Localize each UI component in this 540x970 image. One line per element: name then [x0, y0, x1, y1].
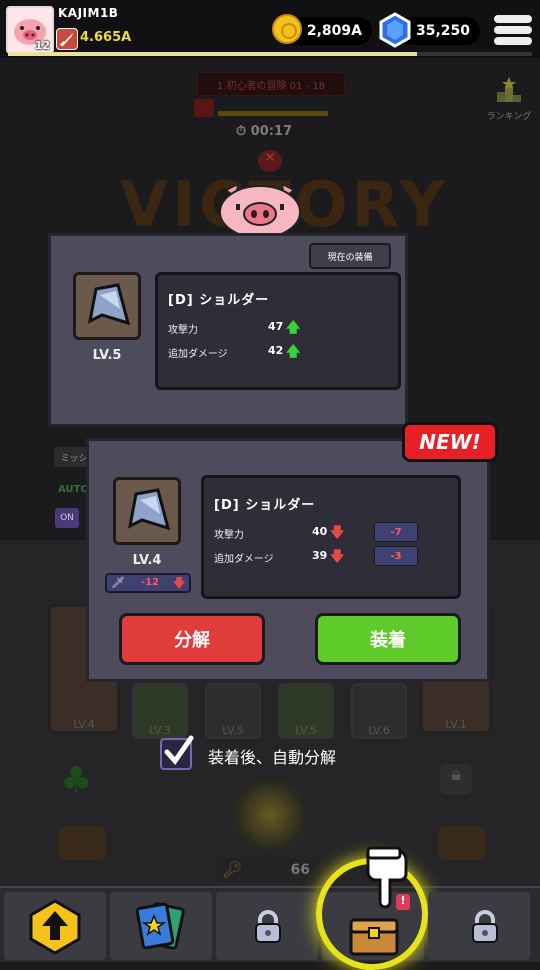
auto-dismantle-label: 装着後、自動分解	[208, 748, 337, 767]
new-item-icon-frame[interactable]	[113, 477, 181, 545]
stat-value: 39	[312, 549, 328, 562]
current-item-name: [D] ショルダー	[168, 293, 270, 308]
sword-icon	[56, 28, 78, 50]
current-item-level: LV.5	[92, 348, 122, 363]
new-equipment-panel: LV.4 🗡︎ -12 🡇 [D] ショルダー 攻撃力 40 🡇 -7 追加ダメ…	[86, 438, 490, 682]
player-name: KAJIM1B	[58, 6, 119, 20]
combat-power: 4.665A	[80, 30, 132, 45]
gem-icon	[378, 12, 412, 52]
auto-dismantle-checkbox[interactable]	[160, 735, 194, 770]
auto-toggle[interactable]: ON	[55, 508, 79, 528]
shoulder-armor-icon	[87, 283, 131, 326]
lock-icon: 🔒︎	[440, 764, 472, 794]
gem-amount: 35,250	[415, 23, 470, 39]
current-item-icon-frame[interactable]	[73, 272, 141, 340]
upgrade-arrow-icon	[29, 899, 81, 955]
shoulder-armor-icon	[127, 488, 171, 531]
new-badge: NEW!	[402, 422, 498, 462]
stat-up-arrow-icon: 🡅	[286, 344, 301, 360]
stat-diff: -7	[374, 522, 418, 542]
current-equipment-badge: 現在の装備	[309, 243, 391, 269]
ranking-label: ランキング	[486, 112, 532, 122]
nav-locked-1[interactable]	[216, 892, 318, 960]
power-delta: 🗡︎ -12 🡇	[105, 573, 191, 593]
key-icon: 🔑︎	[222, 860, 243, 879]
key-counter: 🔑︎ 66	[220, 858, 320, 884]
experience-bar	[8, 52, 532, 56]
ranking-button[interactable]: ランキング	[484, 76, 534, 122]
down-arrow-icon: 🡇	[173, 576, 186, 590]
stat-label: 攻撃力	[168, 325, 198, 336]
forge-anvil	[228, 780, 312, 850]
player-level: 12	[34, 39, 50, 52]
auto-dismantle-option[interactable]: 装着後、自動分解	[158, 734, 398, 774]
checkmark-icon	[164, 735, 194, 766]
stat-diff: -3	[374, 546, 418, 566]
nav-cards[interactable]	[110, 892, 212, 960]
stage-progress	[218, 111, 328, 116]
boss-icon	[194, 99, 214, 117]
nav-upgrade[interactable]	[4, 892, 106, 960]
clover-icon[interactable]: ♣	[60, 760, 92, 801]
stat-label: 追加ダメージ	[168, 349, 228, 360]
chest-icon	[349, 918, 399, 956]
equip-slot[interactable]: LV.5	[205, 683, 261, 739]
dismantle-button[interactable]: 分解	[119, 613, 265, 665]
equip-button[interactable]: 装着	[315, 613, 461, 665]
menu-icon	[494, 15, 532, 23]
lock-icon	[472, 910, 498, 943]
new-item-name: [D] ショルダー	[214, 498, 316, 513]
battle-timer: ⏱ 00:17	[236, 124, 293, 139]
current-item-stats: [D] ショルダー 攻撃力 47 🡅 追加ダメージ 42 🡅	[155, 272, 401, 390]
stage-title: 1.初心者の冒険 01 - 18	[197, 72, 345, 96]
lock-icon	[255, 910, 281, 943]
current-equipment-panel: 現在の装備 LV.5 [D] ショルダー 攻撃力 47 🡅 追加ダメージ 42 …	[48, 233, 408, 427]
stat-down-arrow-icon: 🡇	[330, 549, 345, 565]
stat-label: 攻撃力	[214, 530, 244, 541]
stat-down-arrow-icon: 🡇	[330, 525, 345, 541]
equip-slot[interactable]: LV.3	[132, 683, 188, 739]
stat-value: 42	[268, 344, 284, 357]
new-item-stats: [D] ショルダー 攻撃力 40 🡇 -7 追加ダメージ 39 🡇 -3	[201, 475, 461, 599]
bottom-nav: !	[0, 858, 540, 970]
player-avatar[interactable]: 12	[6, 6, 54, 54]
gold-coin-icon	[272, 14, 302, 44]
stat-label: 追加ダメージ	[214, 554, 274, 565]
chest-icon[interactable]	[438, 826, 486, 860]
menu-button[interactable]	[494, 12, 534, 48]
sword-icon: 🗡︎	[111, 576, 125, 589]
gold-amount: 2,809A	[306, 23, 362, 39]
cards-icon	[135, 902, 185, 950]
equip-slot[interactable]: LV.5	[278, 683, 334, 739]
new-item-level: LV.4	[132, 553, 162, 568]
chest-icon[interactable]	[58, 826, 106, 860]
equip-slot[interactable]: LV.6	[351, 683, 407, 739]
podium-icon	[497, 77, 521, 102]
stat-up-arrow-icon: 🡅	[286, 320, 301, 336]
stat-value: 40	[312, 525, 328, 538]
stat-value: 47	[268, 320, 284, 333]
pointing-hand-icon	[356, 846, 412, 916]
nav-locked-2[interactable]	[428, 892, 530, 960]
auto-label: AUTO	[58, 484, 89, 495]
